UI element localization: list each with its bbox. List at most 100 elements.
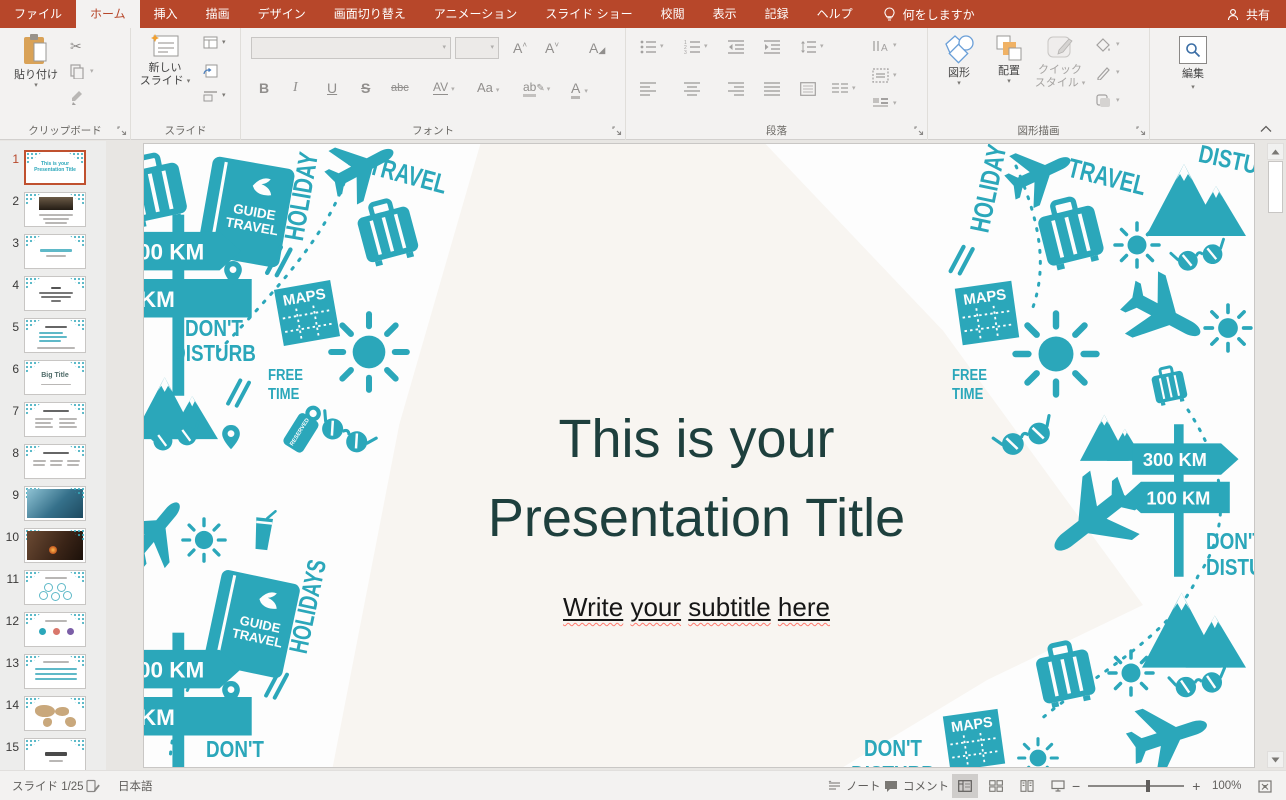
slide-thumbnail-9[interactable]: 9 xyxy=(0,486,106,521)
drawing-dialog-launcher[interactable] xyxy=(1136,126,1146,136)
zoom-level[interactable]: 100% xyxy=(1212,771,1241,800)
shape-outline-button[interactable]: ▾ xyxy=(1096,66,1120,80)
tab-slideshow[interactable]: スライド ショー xyxy=(531,0,646,28)
decrease-indent-button[interactable] xyxy=(728,40,744,54)
slide-thumbnail-4[interactable]: 4 xyxy=(0,276,106,311)
tab-record[interactable]: 記録 xyxy=(751,0,803,28)
slide-sorter-view-button[interactable] xyxy=(983,774,1009,798)
shape-effects-button[interactable]: ▾ xyxy=(1096,94,1120,108)
font-name-combobox[interactable]: ▾ xyxy=(251,37,451,59)
arrange-button[interactable]: 配置 ▾ xyxy=(986,34,1032,86)
slide-thumbnail-14[interactable]: 14 xyxy=(0,696,106,731)
copy-button[interactable]: ▾ xyxy=(70,64,94,79)
cut-button[interactable]: ✂ xyxy=(70,38,82,55)
slide-layout-button[interactable]: ▾ xyxy=(203,36,226,49)
clear-formatting-button[interactable]: A◢ xyxy=(589,40,605,56)
slide-thumbnail-6[interactable]: 6 Big Title xyxy=(0,360,106,395)
strikethrough-button[interactable]: S xyxy=(361,80,370,96)
slide-thumbnail-7[interactable]: 7 xyxy=(0,402,106,437)
grow-font-button[interactable]: A˄ xyxy=(513,40,527,56)
tab-view[interactable]: 表示 xyxy=(699,0,751,28)
slide-counter[interactable]: スライド 1/25 xyxy=(12,771,84,800)
quick-styles-button[interactable]: クイック スタイル▾ xyxy=(1034,34,1086,90)
change-case-button[interactable]: Aa▾ xyxy=(477,80,499,95)
bullets-button[interactable]: ▾ xyxy=(640,40,664,54)
share-button[interactable]: 共有 xyxy=(1211,0,1286,28)
paste-button[interactable]: 貼り付け ▾ xyxy=(12,34,60,90)
section-button[interactable]: ▾ xyxy=(203,90,226,102)
reset-slide-button[interactable] xyxy=(203,64,218,78)
tab-help[interactable]: ヘルプ xyxy=(803,0,867,28)
align-right-button[interactable] xyxy=(728,82,744,96)
language-status[interactable]: 日本語 xyxy=(118,771,153,800)
tab-animations[interactable]: アニメーション xyxy=(420,0,532,28)
align-center-button[interactable] xyxy=(684,82,700,96)
tab-design[interactable]: デザイン xyxy=(244,0,320,28)
scrollbar-thumb[interactable] xyxy=(1268,161,1283,213)
tab-file[interactable]: ファイル xyxy=(0,0,76,28)
bold-button[interactable]: B xyxy=(259,80,269,96)
tab-draw[interactable]: 描画 xyxy=(192,0,244,28)
increase-indent-button[interactable] xyxy=(764,40,780,54)
new-slide-button[interactable]: 新しい スライド▾ xyxy=(137,34,193,88)
align-left-button[interactable] xyxy=(640,82,656,96)
slide-thumbnail-10[interactable]: 10 xyxy=(0,528,106,563)
shape-fill-button[interactable]: ▾ xyxy=(1096,38,1120,52)
tab-home[interactable]: ホーム xyxy=(76,0,140,28)
numbering-button[interactable]: 123 ▾ xyxy=(684,40,708,54)
paragraph-dialog-launcher[interactable] xyxy=(914,126,924,136)
slideshow-view-button[interactable] xyxy=(1045,774,1071,798)
slide-thumbnail-13[interactable]: 13 xyxy=(0,654,106,689)
slide-thumbnail-3[interactable]: 3 xyxy=(0,234,106,269)
columns-button[interactable]: ▾ xyxy=(832,82,856,96)
slide-thumbnail-1[interactable]: 1 This is your Presentation Title xyxy=(0,150,106,185)
comments-button[interactable]: コメント xyxy=(884,771,949,800)
slide-title-textbox[interactable]: This is your Presentation Title xyxy=(434,400,959,558)
underline-button[interactable]: U xyxy=(327,80,337,96)
clipboard-dialog-launcher[interactable] xyxy=(117,126,127,136)
align-text-button[interactable]: ▾ xyxy=(872,68,897,83)
convert-to-smartart-button[interactable]: ▾ xyxy=(872,96,897,111)
zoom-slider-thumb[interactable] xyxy=(1146,780,1150,792)
notes-button[interactable]: ノート xyxy=(828,771,881,800)
zoom-slider[interactable] xyxy=(1088,785,1184,787)
tab-review[interactable]: 校閲 xyxy=(647,0,699,28)
slide-thumbnail-15[interactable]: 15 xyxy=(0,738,106,770)
slide-thumbnail-11[interactable]: 11 xyxy=(0,570,106,605)
slide-thumbnail-2[interactable]: 2 xyxy=(0,192,106,227)
vertical-scrollbar[interactable] xyxy=(1267,143,1284,768)
normal-view-button[interactable] xyxy=(952,774,978,798)
scroll-up-arrow[interactable] xyxy=(1267,143,1284,160)
italic-button[interactable]: I xyxy=(293,80,298,96)
fit-slide-button[interactable] xyxy=(1258,771,1272,800)
justify-button[interactable] xyxy=(764,82,780,96)
collapse-ribbon-button[interactable] xyxy=(1260,125,1272,133)
editing-button[interactable]: 編集 ▾ xyxy=(1170,36,1216,92)
spell-check-status[interactable] xyxy=(86,771,100,800)
highlight-button[interactable]: ab✎▾ xyxy=(523,80,550,94)
zoom-in-button[interactable]: + xyxy=(1192,778,1200,794)
character-spacing-button[interactable]: AV▾ xyxy=(433,80,455,94)
tab-insert[interactable]: 挿入 xyxy=(140,0,192,28)
font-size-combobox[interactable]: ▾ xyxy=(455,37,499,59)
font-color-button[interactable]: A▾ xyxy=(571,80,588,96)
slide-1-canvas[interactable]: MAPS GUIDE TRAVEL xyxy=(143,143,1255,768)
slide-thumbnail-8[interactable]: 8 xyxy=(0,444,106,479)
shapes-button[interactable]: 図形 ▾ xyxy=(936,34,982,88)
slide-subtitle-textbox[interactable]: Write your subtitle here xyxy=(434,592,959,623)
zoom-out-button[interactable]: − xyxy=(1072,778,1080,794)
text-direction-button[interactable]: A ▾ xyxy=(872,38,897,53)
shrink-font-button[interactable]: A˅ xyxy=(545,40,559,56)
tell-me-search[interactable]: 何をしますか xyxy=(883,0,975,28)
font-dialog-launcher[interactable] xyxy=(612,126,622,136)
reading-view-button[interactable] xyxy=(1014,774,1040,798)
slide-thumbnail-5[interactable]: 5 xyxy=(0,318,106,353)
line-spacing-button[interactable]: ▾ xyxy=(800,40,824,54)
tab-transitions[interactable]: 画面切り替え xyxy=(320,0,420,28)
slide-editing-canvas[interactable]: MAPS GUIDE TRAVEL xyxy=(106,141,1286,770)
columns-layout-button[interactable] xyxy=(800,82,816,96)
format-painter-button[interactable] xyxy=(70,90,85,105)
strike-abc-button[interactable]: abc xyxy=(391,82,409,94)
slide-thumbnail-12[interactable]: 12 xyxy=(0,612,106,647)
scroll-down-arrow[interactable] xyxy=(1267,751,1284,768)
